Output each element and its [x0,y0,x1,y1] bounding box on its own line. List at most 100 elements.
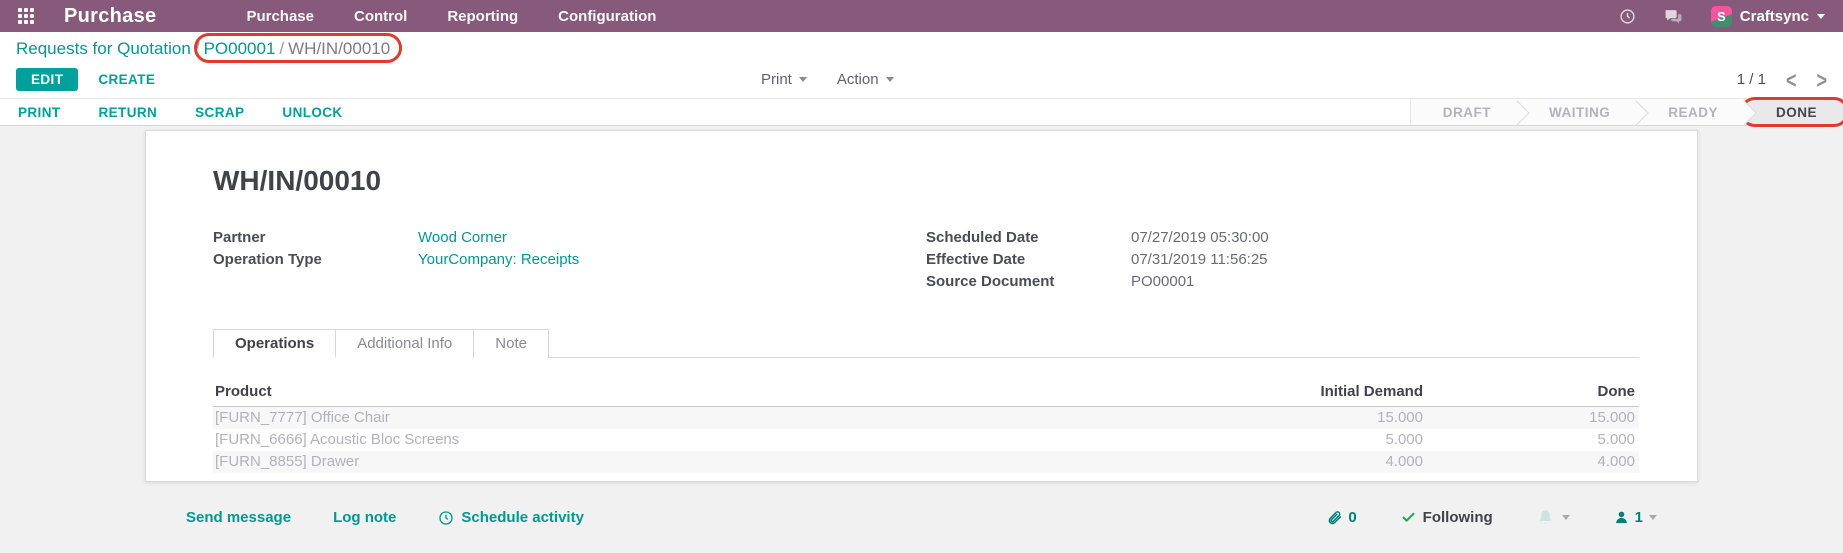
record-title: WH/IN/00010 [213,165,1639,197]
status-step-done[interactable]: DONE [1744,99,1843,125]
status-step-waiting[interactable]: WAITING [1517,99,1636,125]
field-scheduled-date: Scheduled Date 07/27/2019 05:30:00 [926,227,1639,248]
user-avatar: S [1711,6,1732,27]
source-document-value: PO00001 [1131,271,1194,292]
status-step-ready[interactable]: READY [1636,99,1744,125]
chevron-down-icon [1649,515,1657,520]
column-header-initial-demand: Initial Demand [1117,380,1427,407]
chevron-down-icon [799,77,807,82]
field-column-left: Partner Wood Corner Operation Type YourC… [213,227,926,293]
pager-previous-icon[interactable]: < [1786,68,1797,91]
initial-demand-cell: 4.000 [1117,451,1427,473]
breadcrumb-root[interactable]: Requests for Quotation [16,39,191,58]
effective-date-value: 07/31/2019 11:56:25 [1131,249,1268,270]
nav-item-reporting[interactable]: Reporting [447,8,518,25]
follower-count: 1 [1635,509,1643,526]
operations-table: Product Initial Demand Done [FURN_7777] … [213,380,1639,473]
table-header-row: Product Initial Demand Done [213,380,1639,407]
person-icon [1614,510,1629,525]
pager-next-icon[interactable]: > [1816,68,1827,91]
tab-note[interactable]: Note [474,329,549,358]
action-dropdown[interactable]: Action [837,71,894,88]
content-area: WH/IN/00010 Partner Wood Corner Operatio… [0,130,1843,553]
log-note-button[interactable]: Log note [333,509,396,526]
activities-clock-icon[interactable] [1619,8,1636,25]
print-button[interactable]: PRINT [18,105,61,120]
following-button[interactable]: Following [1401,509,1493,526]
notification-toggle[interactable] [1537,509,1570,526]
user-menu[interactable]: S Craftsync [1711,6,1825,27]
operation-type-link[interactable]: YourCompany: Receipts [418,249,579,270]
chevron-down-icon [1817,14,1825,19]
field-label: Scheduled Date [926,227,1131,248]
print-dropdown-label: Print [761,71,792,88]
breadcrumb-parent[interactable]: PO00001 [204,39,276,58]
product-cell: [FURN_7777] Office Chair [213,407,1117,430]
scheduled-date-value: 07/27/2019 05:30:00 [1131,227,1269,248]
field-groups: Partner Wood Corner Operation Type YourC… [213,227,1639,293]
tab-operations[interactable]: Operations [213,329,336,358]
schedule-activity-button[interactable]: Schedule activity [438,509,584,526]
table-row: [FURN_8855] Drawer 4.000 4.000 [213,451,1639,473]
field-label: Source Document [926,271,1131,292]
table-row: [FURN_7777] Office Chair 15.000 15.000 [213,407,1639,430]
scrap-button[interactable]: SCRAP [195,105,244,120]
schedule-activity-label: Schedule activity [461,509,584,526]
status-pipeline: DRAFT WAITING READY DONE [1410,99,1843,125]
following-label: Following [1423,509,1493,526]
field-column-right: Scheduled Date 07/27/2019 05:30:00 Effec… [926,227,1639,293]
form-sheet: WH/IN/00010 Partner Wood Corner Operatio… [145,130,1698,482]
bell-icon [1537,509,1554,526]
initial-demand-cell: 15.000 [1117,407,1427,430]
nav-item-purchase[interactable]: Purchase [246,8,314,25]
print-action-group: Print Action [761,71,894,88]
nav-item-configuration[interactable]: Configuration [558,8,656,25]
breadcrumb: Requests for Quotation /PO00001/WH/IN/000… [16,37,1827,61]
unlock-button[interactable]: UNLOCK [282,105,342,120]
chevron-down-icon [1562,515,1570,520]
initial-demand-cell: 5.000 [1117,429,1427,451]
send-message-button[interactable]: Send message [186,509,291,526]
create-button[interactable]: CREATE [98,72,155,87]
chevron-down-icon [886,77,894,82]
column-header-product: Product [213,380,1117,407]
messages-chat-icon[interactable] [1664,7,1683,26]
pager-count: 1 / 1 [1737,71,1766,88]
nav-menu: Purchase Control Reporting Configuration [246,8,656,25]
check-icon [1401,510,1416,525]
clock-icon [438,510,454,526]
tab-additional-info[interactable]: Additional Info [336,329,474,358]
attachments-button[interactable]: 0 [1327,509,1356,526]
notebook-tabs: Operations Additional Info Note [213,329,1639,358]
followers-button[interactable]: 1 [1614,509,1657,526]
action-dropdown-label: Action [837,71,879,88]
done-cell: 5.000 [1427,429,1639,451]
table-row: [FURN_6666] Acoustic Bloc Screens 5.000 … [213,429,1639,451]
user-name: Craftsync [1740,8,1809,25]
field-effective-date: Effective Date 07/31/2019 11:56:25 [926,249,1639,270]
nav-item-control[interactable]: Control [354,8,407,25]
paperclip-icon [1327,510,1342,525]
chatter-followers-group: 0 Following 1 [1327,509,1657,526]
field-label: Partner [213,227,418,248]
form-statusbar: PRINT RETURN SCRAP UNLOCK DRAFT WAITING … [0,98,1843,126]
field-label: Operation Type [213,249,418,270]
field-operation-type: Operation Type YourCompany: Receipts [213,249,926,270]
partner-link[interactable]: Wood Corner [418,227,507,248]
print-dropdown[interactable]: Print [761,71,807,88]
app-brand[interactable]: Purchase [64,5,156,28]
return-button[interactable]: RETURN [99,105,158,120]
statusbar-buttons: PRINT RETURN SCRAP UNLOCK [0,99,343,125]
chatter-bar: Send message Log note Schedule activity … [186,509,1657,526]
breadcrumb-separator: / [275,39,288,58]
pager: 1 / 1 < > [1737,71,1827,89]
column-header-done: Done [1427,380,1639,407]
navbar-right: S Craftsync [1619,6,1825,27]
breadcrumb-annotation: PO00001/WH/IN/00010 [204,37,391,61]
apps-grid-icon[interactable] [18,8,34,24]
top-navbar: Purchase Purchase Control Reporting Conf… [0,0,1843,32]
product-cell: [FURN_6666] Acoustic Bloc Screens [213,429,1117,451]
control-panel: Requests for Quotation /PO00001/WH/IN/000… [0,32,1843,98]
edit-button[interactable]: EDIT [16,68,78,91]
status-step-draft[interactable]: DRAFT [1411,99,1517,125]
